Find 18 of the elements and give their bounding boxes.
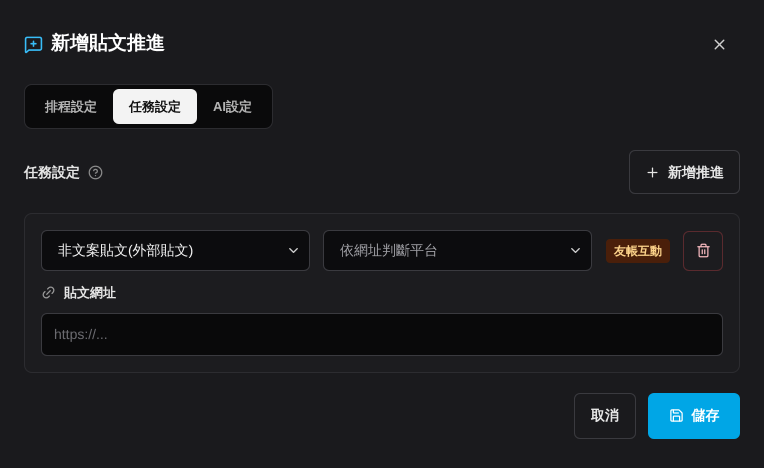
tab[interactable]: 排程設定: [29, 89, 113, 124]
message-plus-icon: [24, 34, 43, 54]
platform-select[interactable]: 依網址判斷平台: [323, 230, 592, 271]
url-label: 貼文網址: [64, 284, 116, 302]
dialog-title: 新增貼文推進: [51, 32, 165, 56]
tab[interactable]: 任務設定: [113, 89, 197, 124]
trash-icon: [696, 243, 710, 258]
section-title: 任務設定: [24, 162, 80, 182]
url-field[interactable]: https://...: [41, 312, 723, 356]
cancel-button[interactable]: 取消: [574, 392, 636, 438]
add-button[interactable]: 新增推進: [629, 150, 740, 194]
tab[interactable]: AI設定: [197, 89, 268, 124]
interaction-badge: 友帳互動: [606, 238, 670, 262]
save-icon: [668, 408, 684, 423]
plus-icon: [645, 164, 660, 180]
type-select[interactable]: 非文案貼文(外部貼文): [41, 230, 310, 271]
help-icon[interactable]: [88, 164, 103, 180]
delete-button[interactable]: [683, 230, 723, 270]
